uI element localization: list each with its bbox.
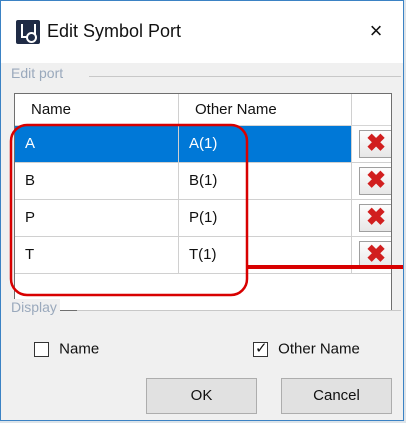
table-row[interactable]: P P(1) ✖ [15, 200, 391, 237]
close-icon: × [369, 18, 383, 43]
other-name-column-header[interactable]: Other Name [179, 94, 352, 125]
name-checkbox[interactable]: Name [34, 340, 99, 360]
port-other-name-cell[interactable]: T(1) [179, 237, 352, 273]
name-checkbox-label: Name [59, 340, 100, 358]
close-button[interactable]: × [361, 16, 391, 46]
delete-row-button[interactable]: ✖ [359, 204, 391, 232]
title-bar: Edit Symbol Port × [1, 1, 403, 63]
other-name-checkbox-box[interactable]: ✓ [253, 339, 268, 357]
table-row[interactable]: B B(1) ✖ [15, 163, 391, 200]
port-name-cell[interactable]: T [15, 237, 179, 273]
name-checkbox-box[interactable] [34, 341, 49, 357]
ok-button[interactable]: OK [146, 378, 257, 414]
port-other-name-cell[interactable]: A(1) [179, 126, 352, 162]
port-other-name-cell[interactable]: B(1) [179, 163, 352, 199]
port-other-name-cell[interactable]: P(1) [179, 200, 352, 236]
grid-header: Name Other Name [15, 94, 391, 126]
display-group-line [77, 310, 401, 311]
delete-row-button[interactable]: ✖ [359, 241, 391, 269]
symbol-port-app-icon [16, 20, 40, 44]
delete-icon: ✖ [366, 241, 387, 268]
desktop: Edit Symbol Port × Edit port Name Other … [0, 0, 406, 423]
checkmark-icon: ✓ [255, 339, 268, 357]
delete-icon: ✖ [366, 204, 387, 231]
delete-icon: ✖ [366, 130, 387, 157]
dialog-title: Edit Symbol Port [47, 21, 182, 41]
port-name-cell[interactable]: P [15, 200, 179, 236]
port-name-cell[interactable]: A [15, 126, 179, 162]
name-column-header[interactable]: Name [15, 94, 179, 125]
other-name-checkbox-label: Other Name [278, 340, 360, 358]
edit-port-group-label: Edit port [11, 65, 67, 81]
display-group-label: Display [11, 299, 60, 315]
table-row[interactable]: A A(1) ✖ [15, 126, 391, 163]
delete-row-button[interactable]: ✖ [359, 167, 391, 195]
edit-port-group-line [89, 76, 401, 77]
delete-icon: ✖ [366, 167, 387, 194]
dialog-body: Edit port Name Other Name A A(1) ✖ B B(1… [1, 63, 403, 420]
edit-symbol-port-dialog: Edit Symbol Port × Edit port Name Other … [0, 0, 404, 421]
port-grid: Name Other Name A A(1) ✖ B B(1) ✖ P P(1)… [14, 93, 392, 311]
actions-column-header [352, 94, 391, 125]
delete-row-button[interactable]: ✖ [359, 130, 391, 158]
other-name-checkbox[interactable]: ✓ Other Name [253, 340, 360, 360]
table-row[interactable]: T T(1) ✖ [15, 237, 391, 274]
port-name-cell[interactable]: B [15, 163, 179, 199]
cancel-button[interactable]: Cancel [281, 378, 392, 414]
